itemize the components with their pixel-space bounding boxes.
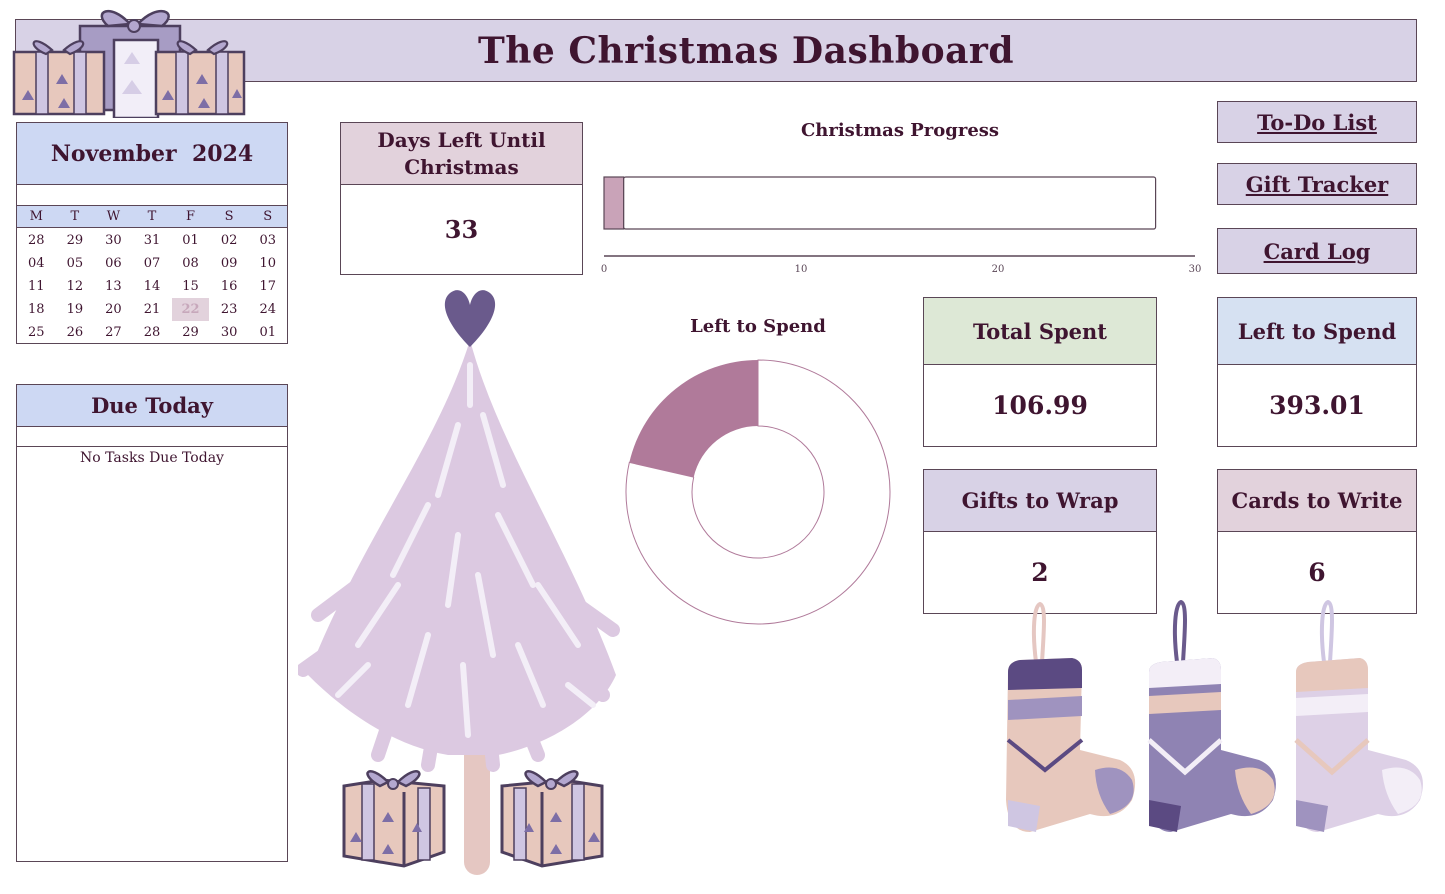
calendar-day[interactable]: 29 <box>56 229 95 252</box>
calendar-day[interactable]: 12 <box>56 275 95 298</box>
heart-icon <box>444 290 496 347</box>
calendar-day[interactable]: 28 <box>133 321 172 344</box>
calendar-day[interactable]: 20 <box>94 298 133 321</box>
calendar-day[interactable]: 04 <box>17 252 56 275</box>
progress-chart: 0 10 20 30 <box>601 176 1202 275</box>
gift-icon <box>342 770 446 868</box>
calendar-day[interactable]: 01 <box>248 321 287 344</box>
calendar-day[interactable]: 27 <box>94 321 133 344</box>
calendar-day[interactable]: 02 <box>210 229 249 252</box>
calendar-year: 2024 <box>191 140 254 167</box>
due-today-panel: Due Today No Tasks Due Today <box>16 384 288 862</box>
due-today-message: No Tasks Due Today <box>80 450 224 466</box>
calendar-day[interactable]: 30 <box>94 229 133 252</box>
todo-list-link[interactable]: To-Do List <box>1217 101 1417 143</box>
stocking-icon <box>1147 600 1276 832</box>
calendar-day[interactable]: 24 <box>248 298 287 321</box>
calendar-day[interactable]: 17 <box>248 275 287 298</box>
cards-to-write-label: Cards to Write <box>1218 470 1416 532</box>
calendar-day[interactable]: 15 <box>171 275 210 298</box>
weekday-label: T <box>70 209 80 224</box>
weekday-label: M <box>29 209 43 224</box>
progress-chart-title: Christmas Progress <box>800 120 1000 141</box>
progress-axis-tick-label: 20 <box>992 264 1005 275</box>
calendar-day[interactable]: 07 <box>133 252 172 275</box>
calendar-day[interactable]: 21 <box>133 298 172 321</box>
calendar-day[interactable]: 16 <box>210 275 249 298</box>
days-left-card: Days Left Until Christmas 33 <box>340 122 583 275</box>
calendar-day[interactable]: 10 <box>248 252 287 275</box>
total-spent-label: Total Spent <box>924 298 1156 365</box>
calendar-day[interactable]: 26 <box>56 321 95 344</box>
calendar-day[interactable]: 13 <box>94 275 133 298</box>
progress-axis-tick-label: 0 <box>601 264 607 275</box>
calendar-day[interactable]: 11 <box>17 275 56 298</box>
donut-slice-spent <box>629 360 758 478</box>
calendar-day[interactable]: 08 <box>171 252 210 275</box>
donut-chart <box>625 359 891 625</box>
calendar-day[interactable]: 09 <box>210 252 249 275</box>
total-spent-card: Total Spent 106.99 <box>923 297 1157 447</box>
calendar-day[interactable]: 31 <box>133 229 172 252</box>
calendar: November 2024 M T W T F S S 28 29 30 31 01 02… <box>16 122 288 344</box>
calendar-day[interactable]: 14 <box>133 275 172 298</box>
gift-icon <box>500 770 604 868</box>
donut-chart-title: Left to Spend <box>690 316 826 337</box>
weekday-label: T <box>147 209 157 224</box>
gift-tracker-link[interactable]: Gift Tracker <box>1217 163 1417 205</box>
gift-stack-icon <box>12 9 246 118</box>
progress-bar-completed <box>603 176 625 230</box>
days-left-value: 33 <box>444 214 479 244</box>
page-title: The Christmas Dashboard <box>477 29 1015 72</box>
calendar-day[interactable]: 22 <box>172 298 209 321</box>
due-today-spacer <box>17 427 287 447</box>
calendar-day[interactable]: 01 <box>171 229 210 252</box>
left-to-spend-value: 393.01 <box>1269 390 1365 420</box>
weekday-label: S <box>224 209 234 224</box>
calendar-day[interactable]: 18 <box>17 298 56 321</box>
calendar-day[interactable]: 05 <box>56 252 95 275</box>
weekday-label: W <box>106 209 121 224</box>
calendar-month: November <box>50 140 177 167</box>
card-log-link[interactable]: Card Log <box>1217 228 1417 274</box>
left-to-spend-label: Left to Spend <box>1218 298 1416 365</box>
calendar-day[interactable]: 30 <box>210 321 249 344</box>
days-left-title: Days Left Until Christmas <box>341 123 582 185</box>
calendar-day[interactable]: 19 <box>56 298 95 321</box>
calendar-day[interactable]: 03 <box>248 229 287 252</box>
stocking-icon <box>1294 600 1423 832</box>
calendar-day[interactable]: 29 <box>171 321 210 344</box>
cards-to-write-card: Cards to Write 6 <box>1217 469 1417 614</box>
progress-bar-remaining <box>623 176 1157 230</box>
progress-axis-tick-label: 10 <box>795 264 808 275</box>
calendar-day[interactable]: 06 <box>94 252 133 275</box>
calendar-month-header: November 2024 <box>17 123 287 185</box>
left-to-spend-card: Left to Spend 393.01 <box>1217 297 1417 447</box>
calendar-day[interactable]: 23 <box>210 298 249 321</box>
stocking-icon <box>1006 601 1136 832</box>
gifts-to-wrap-label: Gifts to Wrap <box>924 470 1156 532</box>
calendar-weekdays: M T W T F S S <box>17 206 287 228</box>
weekday-label: S <box>263 209 273 224</box>
calendar-day[interactable]: 25 <box>17 321 56 344</box>
due-today-title: Due Today <box>17 385 287 427</box>
total-spent-value: 106.99 <box>992 390 1088 420</box>
gifts-to-wrap-card: Gifts to Wrap 2 <box>923 469 1157 614</box>
weekday-label: F <box>186 209 196 224</box>
progress-axis-tick-label: 30 <box>1189 264 1202 275</box>
calendar-days-grid: 28 29 30 31 01 02 03 04 05 06 07 08 09 10 11 12 13 14 15 16… <box>17 228 287 344</box>
calendar-day[interactable]: 28 <box>17 229 56 252</box>
calendar-spacer <box>17 185 287 206</box>
